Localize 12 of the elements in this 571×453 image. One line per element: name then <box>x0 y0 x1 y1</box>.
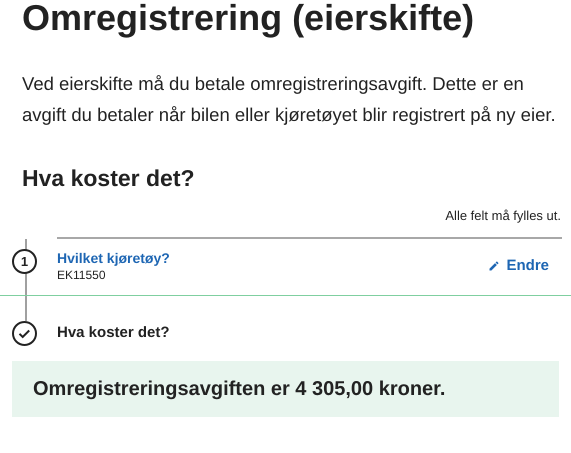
step-link[interactable]: Hvilket kjøretøy? <box>57 249 170 267</box>
section-heading: Hva koster det? <box>21 164 196 193</box>
step-value: EK11550 <box>57 267 106 283</box>
result-text: Omregistreringsavgiften er 4 305,00 kroner. <box>33 378 446 400</box>
intro-paragraph: Ved eierskifte må du betale omregistreringsavgift. Dette er en avgift du betaler når bilen eller kjøretøyet blir registrert på ny eier. <box>21 72 557 127</box>
required-note: Alle felt må fylles ut. <box>445 207 561 225</box>
checkmark-circle-icon <box>12 321 37 346</box>
page-title: Omregistrering (eierskifte) <box>21 0 476 38</box>
step-title: Hva koster det? <box>57 323 170 344</box>
pencil-icon <box>488 260 500 272</box>
edit-button[interactable]: Endre <box>488 254 549 278</box>
step-number: 1 <box>12 249 37 274</box>
